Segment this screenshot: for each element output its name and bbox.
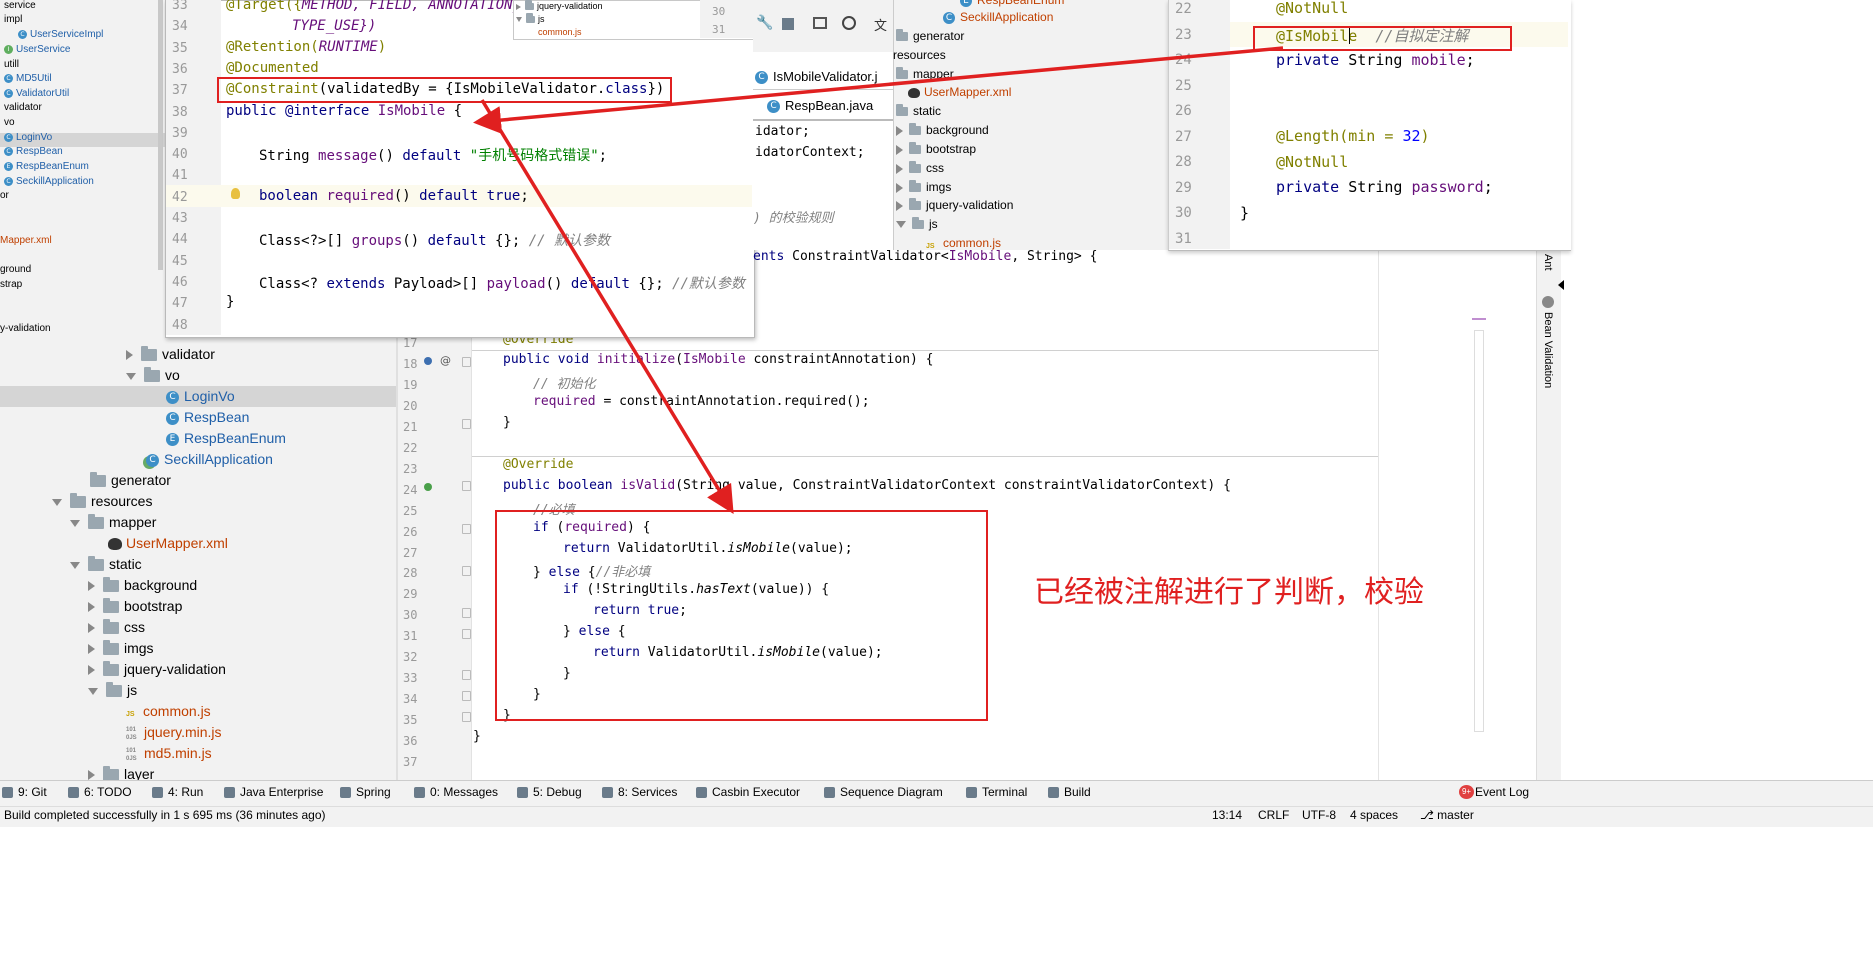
tool-window-label: 9: Git	[18, 785, 47, 799]
blank-area	[0, 827, 1873, 973]
tool-window-button[interactable]: 0: Messages	[414, 785, 498, 799]
tool-window-button[interactable]: 8: Services	[602, 785, 677, 799]
debug-icon	[517, 787, 528, 798]
tool-window-button[interactable]: 9: Git	[2, 785, 47, 799]
run-icon	[152, 787, 163, 798]
tool-window-button[interactable]: 4: Run	[152, 785, 203, 799]
build-icon	[1048, 787, 1059, 798]
tool-window-label: Terminal	[982, 785, 1027, 799]
status-indent[interactable]: 4 spaces	[1350, 808, 1398, 822]
java-enterprise-icon	[224, 787, 235, 798]
branch-name: master	[1437, 808, 1474, 822]
tool-window-button[interactable]: 6: TODO	[68, 785, 132, 799]
status-caret-position[interactable]: 13:14	[1212, 808, 1242, 822]
tool-window-label: 8: Services	[618, 785, 677, 799]
tool-window-label: Java Enterprise	[240, 785, 323, 799]
tool-window-label: Event Log	[1475, 785, 1529, 799]
status-message[interactable]: Build completed successfully in 1 s 695 …	[4, 808, 326, 822]
tool-window-button[interactable]: Terminal	[966, 785, 1027, 799]
tool-window-button[interactable]: Event Log	[1475, 785, 1529, 799]
tool-window-label: Spring	[356, 785, 391, 799]
event-log-badge: 9+	[1459, 785, 1474, 799]
tool-window-label: Casbin Executor	[712, 785, 800, 799]
arrow-constraint-to-isvalid	[482, 100, 730, 508]
services-icon	[602, 787, 613, 798]
tool-window-label: Sequence Diagram	[840, 785, 943, 799]
tool-window-label: 6: TODO	[84, 785, 132, 799]
tool-window-button[interactable]: Spring	[340, 785, 391, 799]
tool-window-label: 5: Debug	[533, 785, 582, 799]
tool-window-button[interactable]: Build	[1048, 785, 1091, 799]
messages-icon	[414, 787, 425, 798]
terminal-icon	[966, 787, 977, 798]
tool-window-button[interactable]: 5: Debug	[517, 785, 582, 799]
tool-window-button[interactable]: Java Enterprise	[224, 785, 323, 799]
status-git-branch[interactable]: ⎇ master	[1420, 808, 1474, 822]
todo-icon	[68, 787, 79, 798]
tool-window-label: 0: Messages	[430, 785, 498, 799]
arrow-ismobile-to-interface	[480, 48, 1283, 122]
sequence-diagram-icon	[824, 787, 835, 798]
status-line-separator[interactable]: CRLF	[1258, 808, 1289, 822]
git-icon	[2, 787, 13, 798]
tool-window-button[interactable]: Casbin Executor	[696, 785, 800, 799]
tool-window-label: Build	[1064, 785, 1091, 799]
casbin-icon	[696, 787, 707, 798]
tool-window-label: 4: Run	[168, 785, 203, 799]
spring-icon	[340, 787, 351, 798]
tool-window-button[interactable]: Sequence Diagram	[824, 785, 943, 799]
status-encoding[interactable]: UTF-8	[1302, 808, 1336, 822]
branch-icon: ⎇	[1420, 808, 1437, 822]
